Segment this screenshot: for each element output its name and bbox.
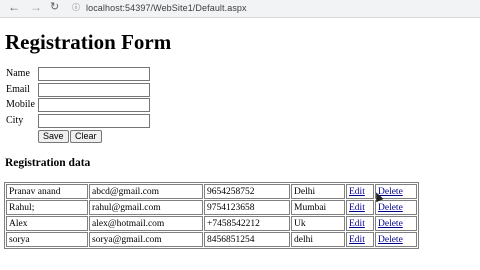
- edit-cell: Edit: [346, 200, 374, 215]
- city-label: City: [6, 115, 24, 126]
- mobile-cell: 9754123658: [204, 200, 290, 215]
- reload-icon[interactable]: ↻: [50, 0, 59, 17]
- browser-toolbar: ← → ↻ ⓘ localhost:54397/WebSite1/Default…: [0, 0, 480, 18]
- table-row: Alex alex@hotmail.com +7458542212 Uk Edi…: [6, 216, 417, 231]
- name-cell: Alex: [6, 216, 88, 231]
- delete-cell: Delete: [375, 200, 417, 215]
- delete-link[interactable]: Delete: [378, 203, 403, 213]
- name-cell: sorya: [6, 232, 88, 247]
- city-cell: Mumbai: [291, 200, 345, 215]
- forward-arrow-icon[interactable]: →: [30, 0, 42, 17]
- email-cell: alex@hotmail.com: [89, 216, 203, 231]
- edit-cell: Edit: [346, 216, 374, 231]
- edit-cell: Edit: [346, 232, 374, 247]
- city-cell: delhi: [291, 232, 345, 247]
- name-cell: Pranav anand: [6, 184, 88, 199]
- mobile-cell: 9654258752: [204, 184, 290, 199]
- city-input[interactable]: [38, 114, 150, 128]
- mobile-cell: +7458542212: [204, 216, 290, 231]
- registration-data-heading: Registration data: [5, 157, 91, 169]
- registration-table: Pranav anand abcd@gmail.com 9654258752 D…: [4, 182, 419, 249]
- email-cell: abcd@gmail.com: [89, 184, 203, 199]
- email-label: Email: [6, 84, 30, 95]
- name-cell: Rahul;: [6, 200, 88, 215]
- mobile-label: Mobile: [6, 99, 35, 110]
- back-arrow-icon[interactable]: ←: [8, 0, 20, 17]
- table-row: Rahul; rahul@gmail.com 9754123658 Mumbai…: [6, 200, 417, 215]
- mobile-cell: 8456851254: [204, 232, 290, 247]
- edit-cell: Edit: [346, 184, 374, 199]
- delete-link[interactable]: Delete: [378, 219, 403, 229]
- city-cell: Uk: [291, 216, 345, 231]
- mobile-input[interactable]: [38, 98, 150, 112]
- email-input[interactable]: [38, 83, 150, 97]
- delete-cell: Delete: [375, 232, 417, 247]
- table-row: sorya sorya@gmail.com 8456851254 delhi E…: [6, 232, 417, 247]
- info-icon[interactable]: ⓘ: [72, 3, 82, 13]
- edit-link[interactable]: Edit: [349, 187, 365, 197]
- clear-button[interactable]: Clear: [70, 130, 102, 143]
- edit-link[interactable]: Edit: [349, 235, 365, 245]
- address-bar[interactable]: localhost:54397/WebSite1/Default.aspx: [86, 2, 247, 14]
- save-button[interactable]: Save: [38, 130, 69, 143]
- edit-link[interactable]: Edit: [349, 203, 365, 213]
- edit-link[interactable]: Edit: [349, 219, 365, 229]
- name-input[interactable]: [38, 67, 150, 81]
- page-title: Registration Form: [5, 30, 172, 54]
- table-row: Pranav anand abcd@gmail.com 9654258752 D…: [6, 184, 417, 199]
- delete-link[interactable]: Delete: [378, 235, 403, 245]
- email-cell: sorya@gmail.com: [89, 232, 203, 247]
- email-cell: rahul@gmail.com: [89, 200, 203, 215]
- name-label: Name: [6, 68, 30, 79]
- delete-cell: Delete: [375, 216, 417, 231]
- city-cell: Delhi: [291, 184, 345, 199]
